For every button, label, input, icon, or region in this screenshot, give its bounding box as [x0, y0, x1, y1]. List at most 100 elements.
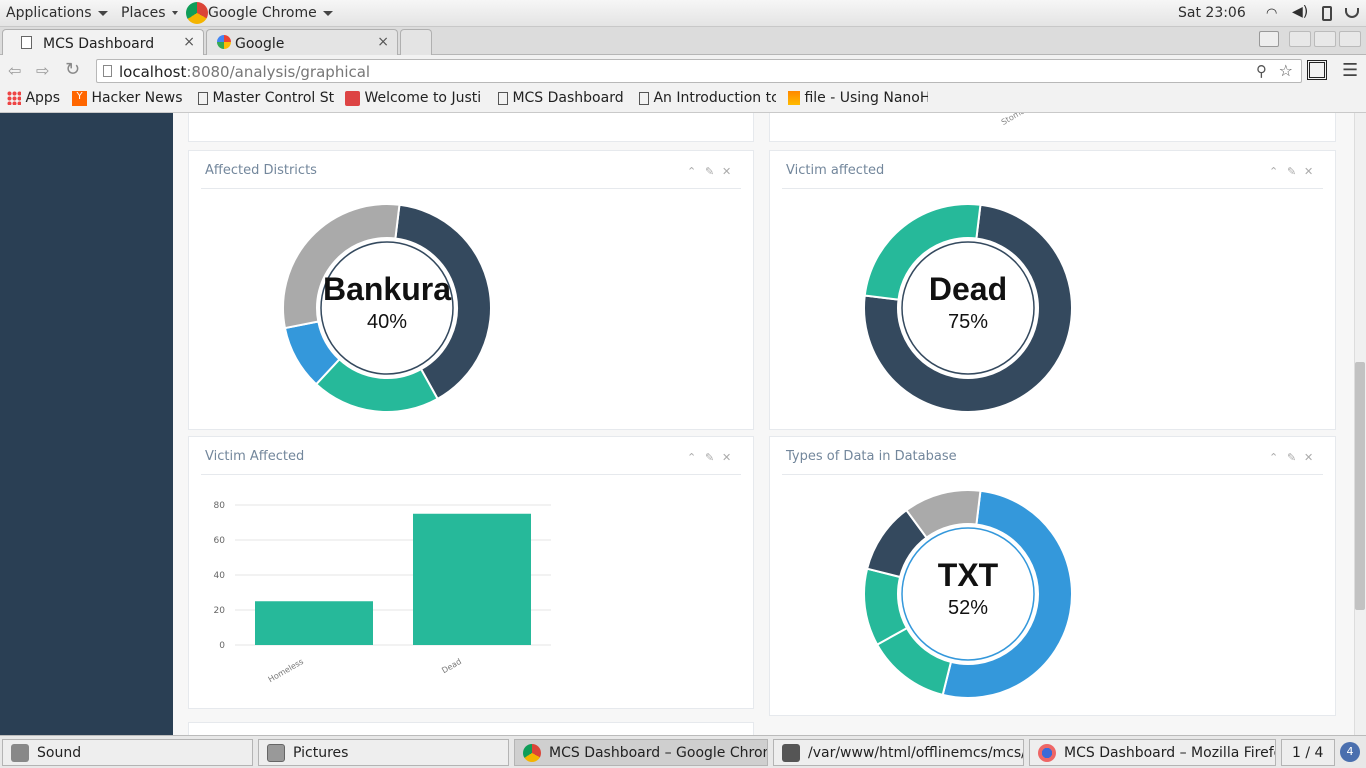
panel-partial-right: Stomac	[769, 113, 1336, 142]
donut-inner-ring	[901, 241, 1035, 375]
bar[interactable]	[255, 601, 373, 645]
panel-victim-affected-donut: Victim affected ⌃ ✎ ✕ Dead 75%	[769, 150, 1336, 430]
wrench-icon[interactable]: ✎	[705, 165, 714, 178]
apps-grid-icon	[7, 91, 21, 105]
panel-divider	[201, 474, 741, 475]
panel-victim-affected-bar: Victim Affected ⌃ ✎ ✕ 0 20 40 60 80 Homeless D…	[188, 436, 754, 709]
collapse-icon[interactable]: ⌃	[687, 451, 696, 464]
active-app-label: Google Chrome	[208, 5, 317, 21]
wrench-icon[interactable]: ✎	[1287, 451, 1296, 464]
donut-center-label: TXT	[937, 557, 999, 593]
taskbar: Sound Pictures MCS Dashboard – Google Ch…	[0, 735, 1366, 768]
panel-title: Victim Affected	[205, 449, 305, 464]
close-icon[interactable]: ✕	[722, 451, 731, 464]
maximize-icon[interactable]	[1314, 31, 1336, 47]
wrench-icon[interactable]: ✎	[1287, 165, 1296, 178]
collapse-icon[interactable]: ⌃	[687, 165, 696, 178]
document-icon	[498, 91, 508, 105]
affected-districts-donut-chart	[282, 203, 492, 413]
wrench-icon[interactable]: ✎	[705, 451, 714, 464]
donut-center-value: 75%	[947, 311, 989, 333]
bookmark-introduction[interactable]: An Introduction tc	[639, 90, 776, 106]
qr-code-icon[interactable]	[1307, 60, 1327, 80]
tab-google[interactable]: Google ×	[206, 29, 398, 55]
bookmark-label: MCS Dashboard	[512, 90, 624, 106]
menu-icon[interactable]: ☰	[1342, 60, 1358, 81]
bookmark-label: Hacker News	[91, 90, 183, 106]
taskbar-item-sound[interactable]: Sound	[2, 739, 253, 766]
google-icon	[217, 35, 231, 49]
minimize-icon[interactable]	[1289, 31, 1311, 47]
url-path: :8080/analysis/graphical	[186, 63, 371, 81]
notification-badge[interactable]: 4	[1340, 742, 1360, 762]
close-icon[interactable]: ✕	[1304, 165, 1313, 178]
bookmark-mcs-dashboard[interactable]: MCS Dashboard	[498, 90, 624, 106]
taskbar-item-editor[interactable]: /var/www/html/offlinemcs/mcs/...	[773, 739, 1024, 766]
bookmark-label: An Introduction tc	[653, 90, 776, 106]
close-icon[interactable]: ×	[377, 34, 389, 50]
wifi-icon[interactable]: ◠	[1266, 6, 1277, 21]
victim-affected-donut-chart	[863, 203, 1073, 413]
bookmark-hacker-news[interactable]: Y Hacker News	[72, 90, 183, 106]
browser-tab-strip: MCS Dashboard × Google ×	[0, 27, 1366, 55]
panel-title: Affected Districts	[205, 163, 317, 178]
bookmarks-bar: Apps Y Hacker News Master Control St Wel…	[0, 87, 1366, 113]
close-icon[interactable]: ✕	[722, 165, 731, 178]
window-close-icon[interactable]	[1339, 31, 1361, 47]
taskbar-item-chrome[interactable]: MCS Dashboard – Google Chrome	[514, 739, 768, 766]
tab-mcs-dashboard[interactable]: MCS Dashboard ×	[2, 29, 204, 55]
profile-icon[interactable]	[1259, 31, 1279, 47]
panel-partial-bottom	[188, 722, 754, 735]
volume-icon[interactable]: ◀)	[1292, 4, 1308, 20]
scrollbar-thumb[interactable]	[1355, 362, 1365, 610]
address-bar[interactable]: localhost:8080/analysis/graphical ⚲ ☆	[96, 59, 1302, 83]
active-app-menu[interactable]: Google Chrome	[208, 5, 333, 21]
donut-center-value: 52%	[947, 597, 989, 619]
collapse-icon[interactable]: ⌃	[1269, 165, 1278, 178]
sound-icon	[11, 744, 29, 762]
chrome-icon	[523, 744, 541, 762]
donut-inner-ring	[320, 241, 454, 375]
document-icon	[639, 91, 649, 105]
close-icon[interactable]: ✕	[1304, 451, 1313, 464]
collapse-icon[interactable]: ⌃	[1269, 451, 1278, 464]
panel-types-of-data: Types of Data in Database ⌃ ✎ ✕ TXT 52%	[769, 436, 1336, 716]
donut-inner-ring	[901, 527, 1035, 661]
search-icon[interactable]: ⚲	[1256, 62, 1267, 80]
panel-affected-districts: Affected Districts ⌃ ✎ ✕ Bankura 40%	[188, 150, 754, 430]
close-icon[interactable]: ×	[183, 34, 195, 50]
forward-icon[interactable]: ⇨	[36, 61, 49, 80]
reload-icon[interactable]: ↻	[65, 59, 80, 80]
panel-title: Types of Data in Database	[786, 449, 957, 464]
bookmark-apps[interactable]: Apps	[7, 90, 60, 106]
places-menu[interactable]: Places	[121, 5, 178, 21]
star-icon[interactable]: ☆	[1279, 61, 1293, 80]
bookmark-nanohttpd[interactable]: file - Using NanoH	[788, 90, 928, 106]
bookmark-master-control[interactable]: Master Control St	[198, 90, 334, 106]
donut-center-value: 40%	[366, 311, 408, 333]
applications-label: Applications	[6, 5, 92, 21]
folder-icon	[267, 744, 285, 762]
taskbar-label: MCS Dashboard – Mozilla Firefox	[1064, 745, 1276, 761]
clock[interactable]: Sat 23:06	[1178, 5, 1246, 21]
y-tick-label: 0	[219, 641, 225, 651]
donut-slice[interactable]	[314, 357, 439, 413]
applications-menu[interactable]: Applications	[6, 5, 108, 21]
bookmark-label: Master Control St	[212, 90, 334, 106]
document-icon	[21, 36, 32, 49]
back-icon[interactable]: ⇦	[8, 61, 21, 80]
workspace-switcher[interactable]: 1 / 4	[1281, 739, 1335, 766]
taskbar-item-pictures[interactable]: Pictures	[258, 739, 509, 766]
bookmark-welcome-justin[interactable]: Welcome to Justi	[345, 90, 485, 106]
panel-divider	[201, 188, 741, 189]
power-icon[interactable]	[1345, 8, 1359, 18]
bookmark-label: Apps	[25, 90, 61, 106]
victim-affected-bar-chart: 0 20 40 60 80 Homeless Dead	[214, 501, 551, 684]
donut-slice[interactable]	[282, 203, 401, 330]
site-icon	[345, 90, 360, 106]
bar[interactable]	[413, 513, 531, 645]
taskbar-item-firefox[interactable]: MCS Dashboard – Mozilla Firefox	[1029, 739, 1276, 766]
battery-icon[interactable]	[1322, 6, 1332, 21]
new-tab-button[interactable]	[400, 29, 432, 55]
donut-center-label: Bankura	[322, 271, 452, 307]
